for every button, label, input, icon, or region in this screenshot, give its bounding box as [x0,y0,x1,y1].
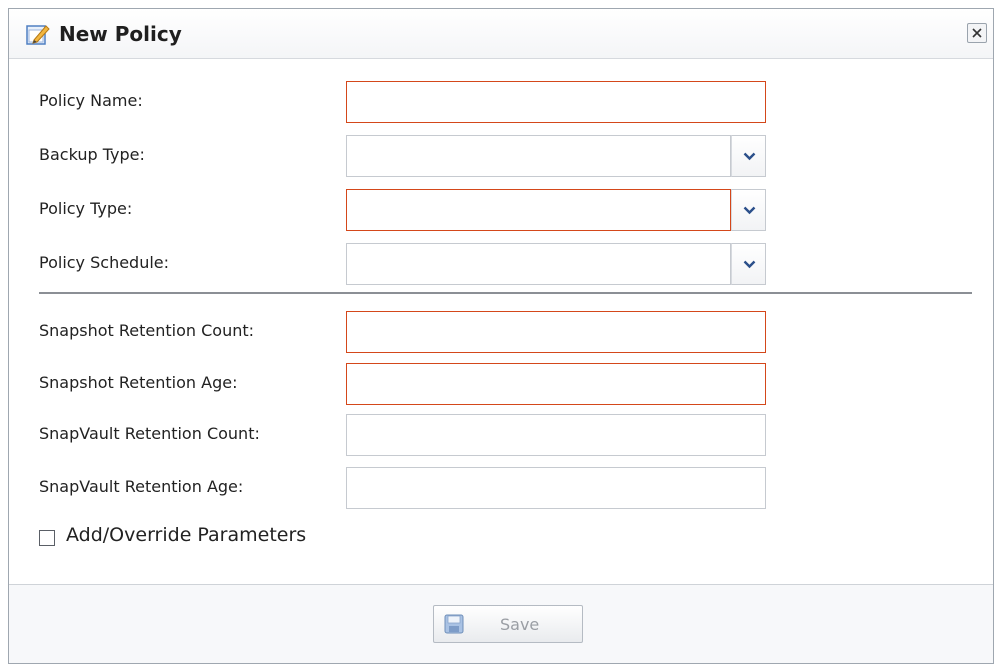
snapshot-retention-count-label: Snapshot Retention Count: [39,321,255,340]
snapvault-retention-count-input[interactable] [346,414,766,456]
backup-type-row: Backup Type: [9,135,995,177]
add-override-parameters-checkbox[interactable] [39,530,55,546]
new-policy-dialog: New Policy Policy Name: Backup Type: Pol… [8,8,994,664]
policy-name-row: Policy Name: [9,81,995,123]
backup-type-label: Backup Type: [39,145,145,164]
snapshot-retention-count-input[interactable] [346,311,766,353]
snapvault-retention-age-label: SnapVault Retention Age: [39,477,244,496]
floppy-disk-icon [444,614,464,638]
chevron-down-icon [743,260,756,269]
snapshot-retention-count-row: Snapshot Retention Count: [9,311,995,353]
backup-type-select[interactable] [346,135,766,177]
snapshot-retention-age-input[interactable] [346,363,766,405]
snapvault-retention-count-label: SnapVault Retention Count: [39,424,260,443]
close-icon [972,28,982,38]
snapvault-retention-count-row: SnapVault Retention Count: [9,414,995,456]
policy-name-input[interactable] [346,81,766,123]
section-divider [39,292,972,294]
edit-document-icon [25,21,51,47]
dialog-footer: Save [9,584,993,663]
policy-name-label: Policy Name: [39,91,143,110]
snapvault-retention-age-input[interactable] [346,467,766,509]
snapshot-retention-age-label: Snapshot Retention Age: [39,373,238,392]
policy-type-row: Policy Type: [9,189,995,231]
policy-type-dropdown-button[interactable] [731,189,766,231]
backup-type-value[interactable] [346,135,731,177]
policy-schedule-row: Policy Schedule: [9,243,995,285]
save-button[interactable]: Save [433,605,583,643]
policy-type-label: Policy Type: [39,199,133,218]
dialog-titlebar: New Policy [9,9,993,59]
policy-schedule-dropdown-button[interactable] [731,243,766,285]
chevron-down-icon [743,152,756,161]
chevron-down-icon [743,206,756,215]
dialog-title: New Policy [59,22,182,46]
add-override-parameters-row[interactable]: Add/Override Parameters [39,524,439,550]
backup-type-dropdown-button[interactable] [731,135,766,177]
close-button[interactable] [967,23,987,43]
add-override-parameters-label[interactable]: Add/Override Parameters [66,524,306,546]
snapshot-retention-age-row: Snapshot Retention Age: [9,363,995,405]
policy-type-select[interactable] [346,189,766,231]
save-button-label: Save [500,615,540,634]
snapvault-retention-age-row: SnapVault Retention Age: [9,467,995,509]
policy-schedule-label: Policy Schedule: [39,253,170,272]
policy-type-value[interactable] [346,189,731,231]
policy-schedule-select[interactable] [346,243,766,285]
policy-schedule-value[interactable] [346,243,731,285]
